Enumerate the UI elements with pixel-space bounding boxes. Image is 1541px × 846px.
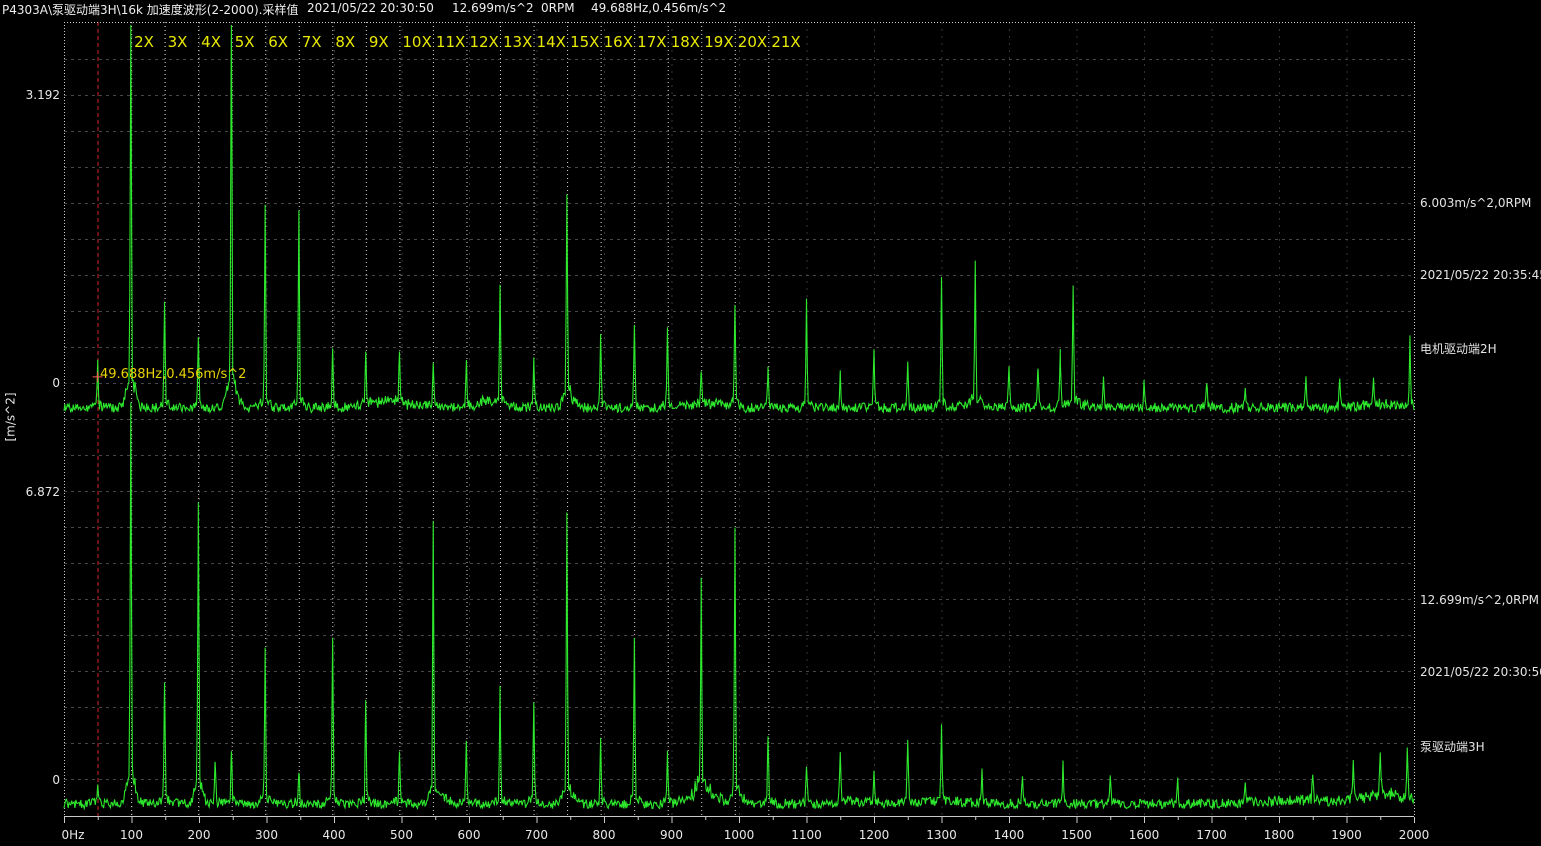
harmonic-label-8X: 8X xyxy=(335,33,355,51)
chart1-info: 6.003m/s^2,0RPM xyxy=(1420,196,1531,210)
x-tick-label-800: 800 xyxy=(593,828,616,842)
x-tick-label-600: 600 xyxy=(458,828,481,842)
chart1-name: 电机驱动端2H xyxy=(1420,340,1497,357)
chart2-name: 泵驱动端3H xyxy=(1420,738,1485,755)
harmonic-label-3X: 3X xyxy=(168,33,188,51)
cursor-annotation: 49.688Hz,0.456m/s^2 xyxy=(100,367,246,382)
x-tick-label-1000: 1000 xyxy=(724,828,755,842)
y-label-top-zero: 0 xyxy=(2,376,60,390)
x-tick-label-1700: 1700 xyxy=(1196,828,1227,842)
harmonic-label-18X: 18X xyxy=(671,33,700,51)
x-tick-label-0Hz: 0Hz xyxy=(62,828,85,842)
chart2-info: 12.699m/s^2,0RPM xyxy=(1420,593,1539,607)
spectrum-analyzer-window: P4303A\泵驱动端3H\16k 加速度波形(2-2000).采样值 2021… xyxy=(0,0,1541,846)
x-tick-label-700: 700 xyxy=(525,828,548,842)
harmonic-label-16X: 16X xyxy=(604,33,633,51)
x-tick-label-1800: 1800 xyxy=(1264,828,1295,842)
harmonic-label-11X: 11X xyxy=(436,33,465,51)
y-label-bottom-max: 6.872 xyxy=(2,485,60,499)
x-axis-ticks xyxy=(65,817,1415,823)
harmonic-label-17X: 17X xyxy=(637,33,666,51)
harmonic-label-20X: 20X xyxy=(738,33,767,51)
y-label-bottom-zero: 0 xyxy=(2,773,60,787)
x-tick-label-1300: 1300 xyxy=(926,828,957,842)
harmonic-label-19X: 19X xyxy=(704,33,733,51)
x-tick-label-900: 900 xyxy=(660,828,683,842)
harmonic-label-5X: 5X xyxy=(235,33,255,51)
harmonic-label-14X: 14X xyxy=(537,33,566,51)
chart1-datetime: 2021/05/22 20:35:45 xyxy=(1420,268,1541,282)
chart2-datetime: 2021/05/22 20:30:50 xyxy=(1420,665,1541,679)
harmonic-label-9X: 9X xyxy=(369,33,389,51)
x-tick-label-1400: 1400 xyxy=(994,828,1025,842)
horizontal-gridlines xyxy=(64,60,1414,780)
y-label-top-max: 3.192 xyxy=(2,88,60,102)
x-tick-label-1200: 1200 xyxy=(859,828,890,842)
x-tick-label-500: 500 xyxy=(390,828,413,842)
x-tick-label-2000: 2000 xyxy=(1399,828,1430,842)
harmonic-label-12X: 12X xyxy=(469,33,498,51)
harmonic-label-7X: 7X xyxy=(302,33,322,51)
x-tick-label-1600: 1600 xyxy=(1129,828,1160,842)
x-tick-label-400: 400 xyxy=(323,828,346,842)
harmonic-label-6X: 6X xyxy=(268,33,288,51)
harmonic-label-10X: 10X xyxy=(402,33,431,51)
harmonic-label-15X: 15X xyxy=(570,33,599,51)
y-axis-unit-label: [m/s^2] xyxy=(4,392,18,441)
spectrum-plot[interactable] xyxy=(0,0,1541,846)
x-tick-label-1900: 1900 xyxy=(1331,828,1362,842)
harmonic-label-2X: 2X xyxy=(134,33,154,51)
x-tick-label-1500: 1500 xyxy=(1061,828,1092,842)
x-tick-label-1100: 1100 xyxy=(791,828,822,842)
harmonic-label-4X: 4X xyxy=(201,33,221,51)
x-tick-label-300: 300 xyxy=(255,828,278,842)
x-tick-label-200: 200 xyxy=(188,828,211,842)
x-tick-label-100: 100 xyxy=(120,828,143,842)
harmonic-label-13X: 13X xyxy=(503,33,532,51)
harmonic-label-21X: 21X xyxy=(771,33,800,51)
